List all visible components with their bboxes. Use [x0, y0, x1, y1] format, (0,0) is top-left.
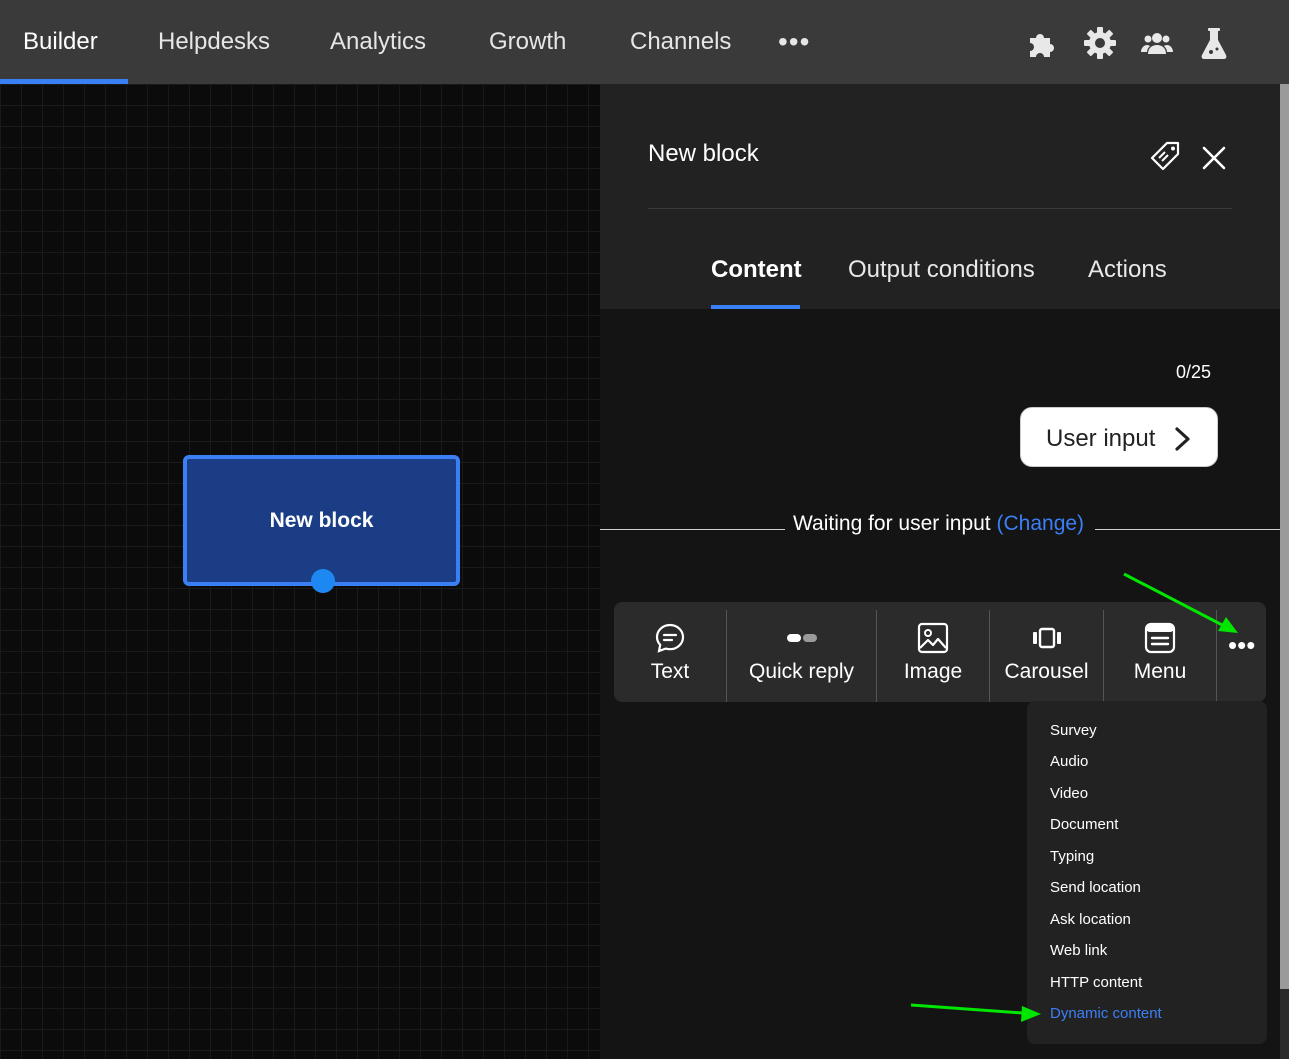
nav-tab-helpdesks[interactable]: Helpdesks: [158, 0, 270, 84]
users-icon[interactable]: [1140, 26, 1174, 60]
dropdown-item-survey[interactable]: Survey: [1050, 722, 1097, 739]
dropdown-item-send-location[interactable]: Send location: [1050, 879, 1141, 896]
tool-quick-reply[interactable]: Quick reply: [727, 602, 876, 702]
nav-tab-channels[interactable]: Channels: [630, 0, 731, 84]
dropdown-item-web-link[interactable]: Web link: [1050, 942, 1107, 959]
panel-scrollbar-thumb[interactable]: [1280, 84, 1289, 989]
dropdown-item-audio[interactable]: Audio: [1050, 753, 1088, 770]
puzzle-icon[interactable]: [1025, 26, 1059, 60]
node-label: New block: [269, 509, 374, 532]
dropdown-item-dynamic-content[interactable]: Dynamic content: [1050, 1005, 1162, 1022]
tab-content[interactable]: Content: [711, 256, 802, 284]
nav-tab-builder[interactable]: Builder: [23, 0, 98, 84]
more-content-dropdown: Survey Audio Video Document Typing Send …: [1027, 701, 1267, 1044]
close-icon[interactable]: [1200, 144, 1228, 172]
user-input-button[interactable]: User input: [1020, 407, 1218, 467]
tag-icon[interactable]: [1148, 140, 1182, 174]
annotation-arrow-icon: [1123, 572, 1238, 633]
dropdown-item-document[interactable]: Document: [1050, 816, 1118, 833]
flow-node-block[interactable]: New block: [183, 455, 460, 593]
header-divider: [648, 208, 1232, 209]
tool-carousel-label: Carousel: [1004, 660, 1089, 683]
nav-more-button[interactable]: •••: [778, 28, 810, 56]
waiting-text: Waiting for user input: [793, 512, 991, 535]
waiting-status: Waiting for user input (Change): [793, 512, 1084, 536]
dropdown-item-video[interactable]: Video: [1050, 785, 1088, 802]
panel-title[interactable]: New block: [648, 140, 759, 168]
tool-text[interactable]: Text: [614, 602, 726, 702]
node-output-port[interactable]: [311, 569, 335, 593]
divider-right: [1095, 529, 1280, 530]
tool-image[interactable]: Image: [877, 602, 989, 702]
chat-bubble-icon: [655, 623, 685, 653]
tool-menu-label: Menu: [1133, 660, 1187, 683]
gear-icon[interactable]: [1083, 26, 1117, 60]
dropdown-item-http-content[interactable]: HTTP content: [1050, 974, 1142, 991]
tab-actions[interactable]: Actions: [1088, 256, 1167, 284]
carousel-icon: [1032, 627, 1061, 649]
dropdown-item-typing[interactable]: Typing: [1050, 848, 1094, 865]
message-counter: 0/25: [1176, 362, 1212, 382]
quick-reply-icon: [786, 634, 817, 642]
image-icon: [917, 622, 949, 654]
divider-left: [600, 529, 785, 530]
top-nav-bar: Builder Helpdesks Analytics Growth Chann…: [0, 0, 1289, 84]
active-tab-indicator: [711, 305, 800, 309]
tool-image-label: Image: [903, 660, 963, 683]
flow-canvas[interactable]: New block: [0, 84, 600, 1059]
annotation-arrow-icon: [910, 1003, 1041, 1022]
tool-text-label: Text: [650, 660, 690, 683]
user-input-label: User input: [1046, 425, 1156, 452]
tool-carousel[interactable]: Carousel: [990, 602, 1103, 702]
tool-quick-reply-label: Quick reply: [748, 660, 855, 683]
panel-header: New block Content Output conditions Acti…: [600, 84, 1280, 309]
dropdown-item-ask-location[interactable]: Ask location: [1050, 911, 1131, 928]
change-link[interactable]: (Change): [997, 512, 1085, 535]
flask-icon[interactable]: [1197, 26, 1231, 60]
chevron-right-icon: [1175, 427, 1190, 451]
nav-tab-growth[interactable]: Growth: [489, 0, 566, 84]
tab-output-conditions[interactable]: Output conditions: [848, 256, 1035, 284]
nav-tab-analytics[interactable]: Analytics: [330, 0, 426, 84]
